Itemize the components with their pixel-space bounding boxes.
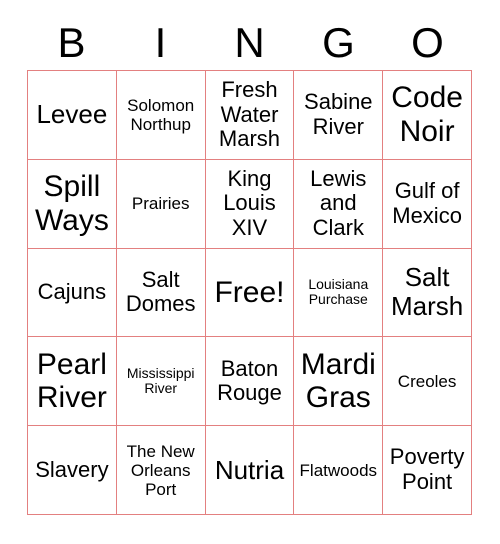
bingo-cell[interactable]: Prairies <box>116 159 206 249</box>
bingo-cell-label: Flatwoods <box>299 460 378 480</box>
bingo-cell-label: Sabine River <box>304 89 373 139</box>
bingo-cell-label: Spill Ways <box>34 170 109 237</box>
bingo-header-letter-g: G <box>322 19 355 66</box>
bingo-header-letter-b: B <box>57 19 86 66</box>
bingo-cell[interactable]: Solomon Northup <box>116 71 206 160</box>
bingo-cell[interactable]: King Louis XIV <box>205 159 295 249</box>
bingo-cell-label: Solomon Northup <box>127 95 195 134</box>
bingo-cell[interactable]: Flatwoods <box>294 426 384 515</box>
bingo-cell-label: Slavery <box>35 456 109 482</box>
bingo-cell[interactable]: Cajuns <box>28 248 117 338</box>
bingo-cell-label: Nutria <box>214 454 285 485</box>
bingo-cell[interactable]: Code Noir <box>383 71 472 160</box>
bingo-cell[interactable]: Lewis and Clark <box>294 159 384 249</box>
bingo-cell-label: Salt Marsh <box>390 262 464 322</box>
bingo-cell-label: Prairies <box>131 194 190 214</box>
bingo-cell[interactable]: Fresh Water Marsh <box>205 71 295 160</box>
bingo-cell-label: Creoles <box>397 371 457 391</box>
bingo-cell-label: Baton Rouge <box>217 355 282 406</box>
bingo-cell-label: Lewis and Clark <box>310 165 367 240</box>
bingo-cell[interactable]: Mardi Gras <box>294 337 384 427</box>
bingo-cell[interactable]: Salt Domes <box>116 248 206 338</box>
bingo-cell-label: Free! <box>214 275 285 309</box>
bingo-cell-label: Code Noir <box>391 81 463 148</box>
bingo-cell[interactable]: Mississippi River <box>116 337 206 427</box>
bingo-cell-label: Gulf of Mexico <box>392 178 462 228</box>
bingo-cell[interactable]: The New Orleans Port <box>116 426 206 515</box>
bingo-cell-label: King Louis XIV <box>223 165 276 240</box>
bingo-header-letter-n: N <box>234 19 265 66</box>
bingo-cell-label: Salt Domes <box>125 266 196 317</box>
bingo-header-letter-o: O <box>411 19 444 66</box>
bingo-cell-label: Louisiana Purchase <box>308 275 369 308</box>
bingo-cell[interactable]: Levee <box>28 71 117 160</box>
bingo-card: B I N G O Levee Solomon Northup Fresh Wate… <box>0 0 500 544</box>
bingo-cell[interactable]: Sabine River <box>294 71 384 160</box>
bingo-cell-label: Levee <box>36 99 108 130</box>
bingo-cell[interactable]: Creoles <box>383 337 472 427</box>
bingo-header-row: B I N G O <box>27 16 472 70</box>
bingo-cell-label: The New Orleans Port <box>126 441 195 499</box>
bingo-cell[interactable]: Pearl River <box>28 337 117 427</box>
bingo-cell[interactable]: Slavery <box>28 426 117 515</box>
bingo-cell[interactable]: Spill Ways <box>28 159 117 249</box>
bingo-cell[interactable]: Salt Marsh <box>383 248 472 338</box>
bingo-header-letter-i: I <box>154 19 167 66</box>
bingo-cell-label: Poverty Point <box>389 444 465 495</box>
bingo-cell[interactable]: Gulf of Mexico <box>383 159 472 249</box>
bingo-cell-label: Mississippi River <box>126 364 195 397</box>
bingo-cell-label: Pearl River <box>36 347 107 415</box>
bingo-cell[interactable]: Poverty Point <box>383 426 472 515</box>
bingo-cell-label: Fresh Water Marsh <box>218 76 281 152</box>
bingo-cell-label: Cajuns <box>37 279 107 305</box>
bingo-cell[interactable]: Baton Rouge <box>205 337 295 427</box>
bingo-cell[interactable]: Louisiana Purchase <box>294 248 384 338</box>
bingo-grid: Levee Solomon Northup Fresh Water Marsh Sab… <box>27 70 472 515</box>
bingo-cell-label: Mardi Gras <box>300 347 376 415</box>
bingo-cell[interactable]: Nutria <box>205 426 295 515</box>
bingo-free-space-cell[interactable]: Free! <box>205 248 295 338</box>
